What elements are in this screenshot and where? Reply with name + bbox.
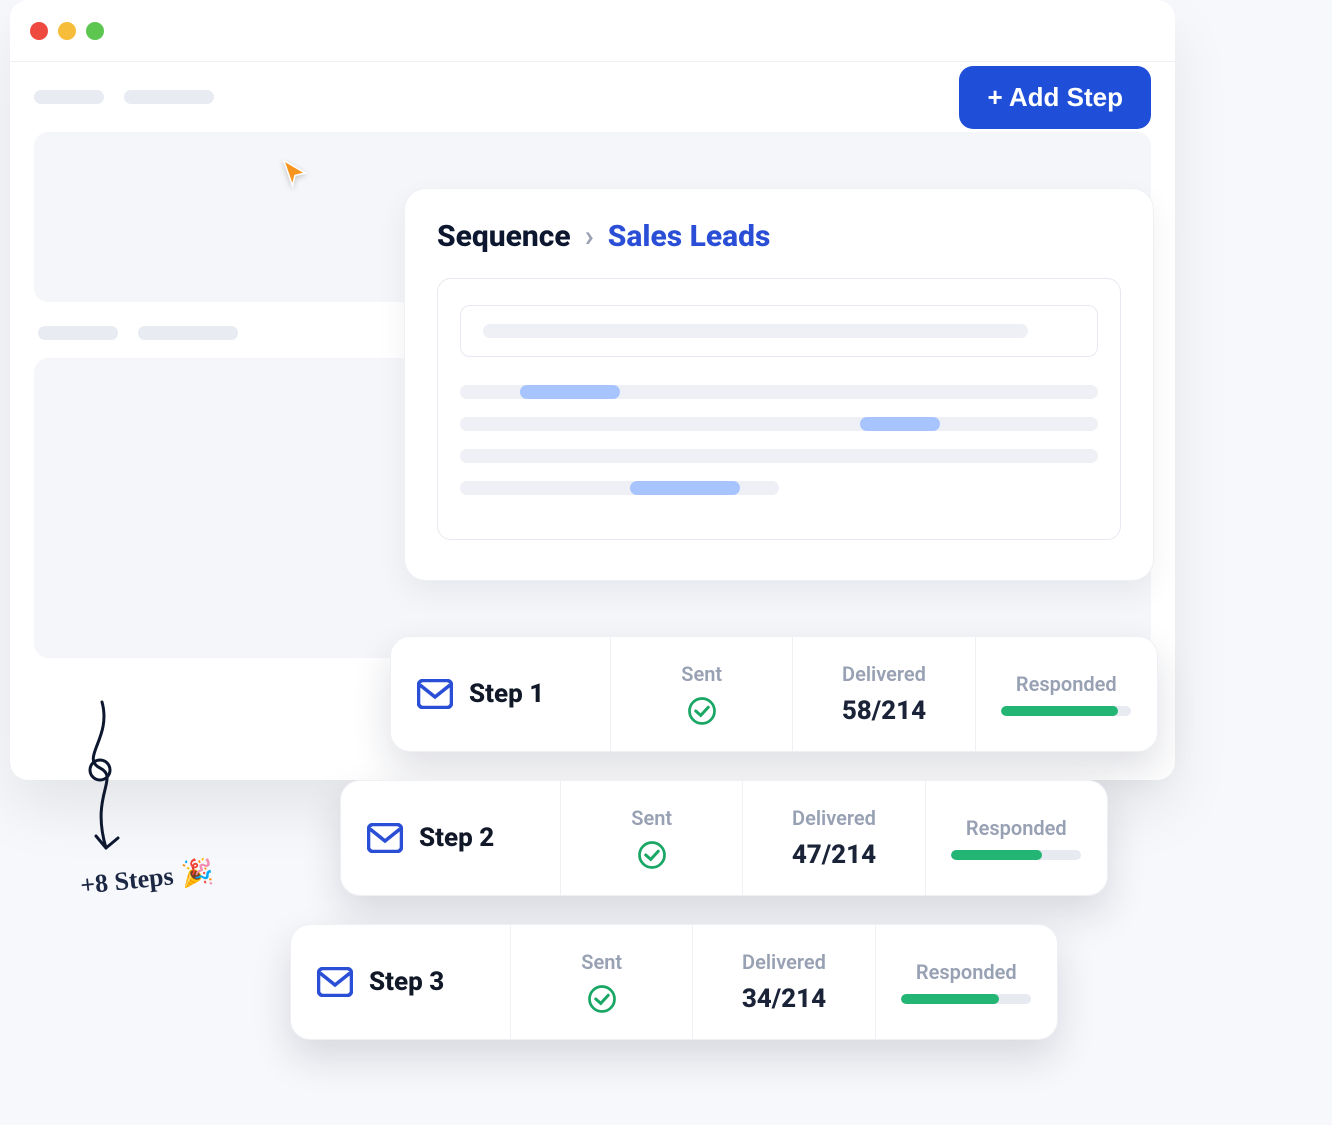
more-steps-annotation: +8 Steps 🎉 — [79, 857, 215, 901]
body-line-skeleton — [460, 417, 1098, 431]
check-circle-icon — [637, 840, 667, 870]
add-step-button[interactable]: + Add Step — [959, 66, 1151, 129]
responded-label: Responded — [1016, 672, 1117, 696]
party-popper-icon: 🎉 — [180, 857, 215, 890]
check-circle-icon — [687, 696, 717, 726]
breadcrumb-current[interactable]: Sales Leads — [608, 219, 771, 254]
body-line-skeleton — [460, 385, 1098, 399]
delivered-label: Delivered — [742, 950, 826, 974]
step-title: Step 2 — [419, 823, 494, 853]
step-card[interactable]: Step 3 Sent Delivered 34/214 Responded — [290, 924, 1058, 1040]
close-window-dot[interactable] — [30, 22, 48, 40]
step-title: Step 1 — [469, 679, 544, 709]
body-line-skeleton — [460, 449, 1098, 463]
responded-progress — [1001, 706, 1131, 716]
delivered-label: Delivered — [842, 662, 926, 686]
check-circle-icon — [587, 984, 617, 1014]
delivered-value: 58/214 — [842, 696, 926, 726]
step-title: Step 3 — [369, 967, 444, 997]
cursor-icon — [280, 158, 310, 188]
breadcrumb-skeleton — [34, 90, 214, 104]
more-steps-text: +8 Steps — [79, 861, 175, 901]
step-card[interactable]: Step 1 Sent Delivered 58/214 Responded — [390, 636, 1158, 752]
sent-label: Sent — [681, 662, 722, 686]
window-titlebar — [10, 0, 1175, 62]
minimize-window-dot[interactable] — [58, 22, 76, 40]
responded-progress — [951, 850, 1081, 860]
delivered-value: 34/214 — [742, 984, 826, 1014]
delivered-label: Delivered — [792, 806, 876, 830]
editor-body — [437, 278, 1121, 540]
sequence-editor-card: Sequence › Sales Leads — [404, 188, 1154, 581]
sent-label: Sent — [631, 806, 672, 830]
chevron-right-icon: › — [585, 219, 594, 254]
steps-list: Step 1 Sent Delivered 58/214 Responded S… — [390, 636, 1158, 1068]
mail-icon — [317, 967, 353, 997]
delivered-value: 47/214 — [792, 840, 876, 870]
breadcrumb: Sequence › Sales Leads — [437, 219, 1121, 254]
mail-icon — [417, 679, 453, 709]
body-line-skeleton — [460, 481, 779, 495]
toolbar: + Add Step — [10, 62, 1175, 132]
maximize-window-dot[interactable] — [86, 22, 104, 40]
arrow-annotation-icon — [72, 698, 142, 858]
responded-label: Responded — [916, 960, 1017, 984]
responded-progress — [901, 994, 1031, 1004]
step-card[interactable]: Step 2 Sent Delivered 47/214 Responded — [340, 780, 1108, 896]
mail-icon — [367, 823, 403, 853]
subject-input-skeleton[interactable] — [460, 305, 1098, 357]
breadcrumb-root[interactable]: Sequence — [437, 219, 571, 254]
sent-label: Sent — [581, 950, 622, 974]
responded-label: Responded — [966, 816, 1067, 840]
